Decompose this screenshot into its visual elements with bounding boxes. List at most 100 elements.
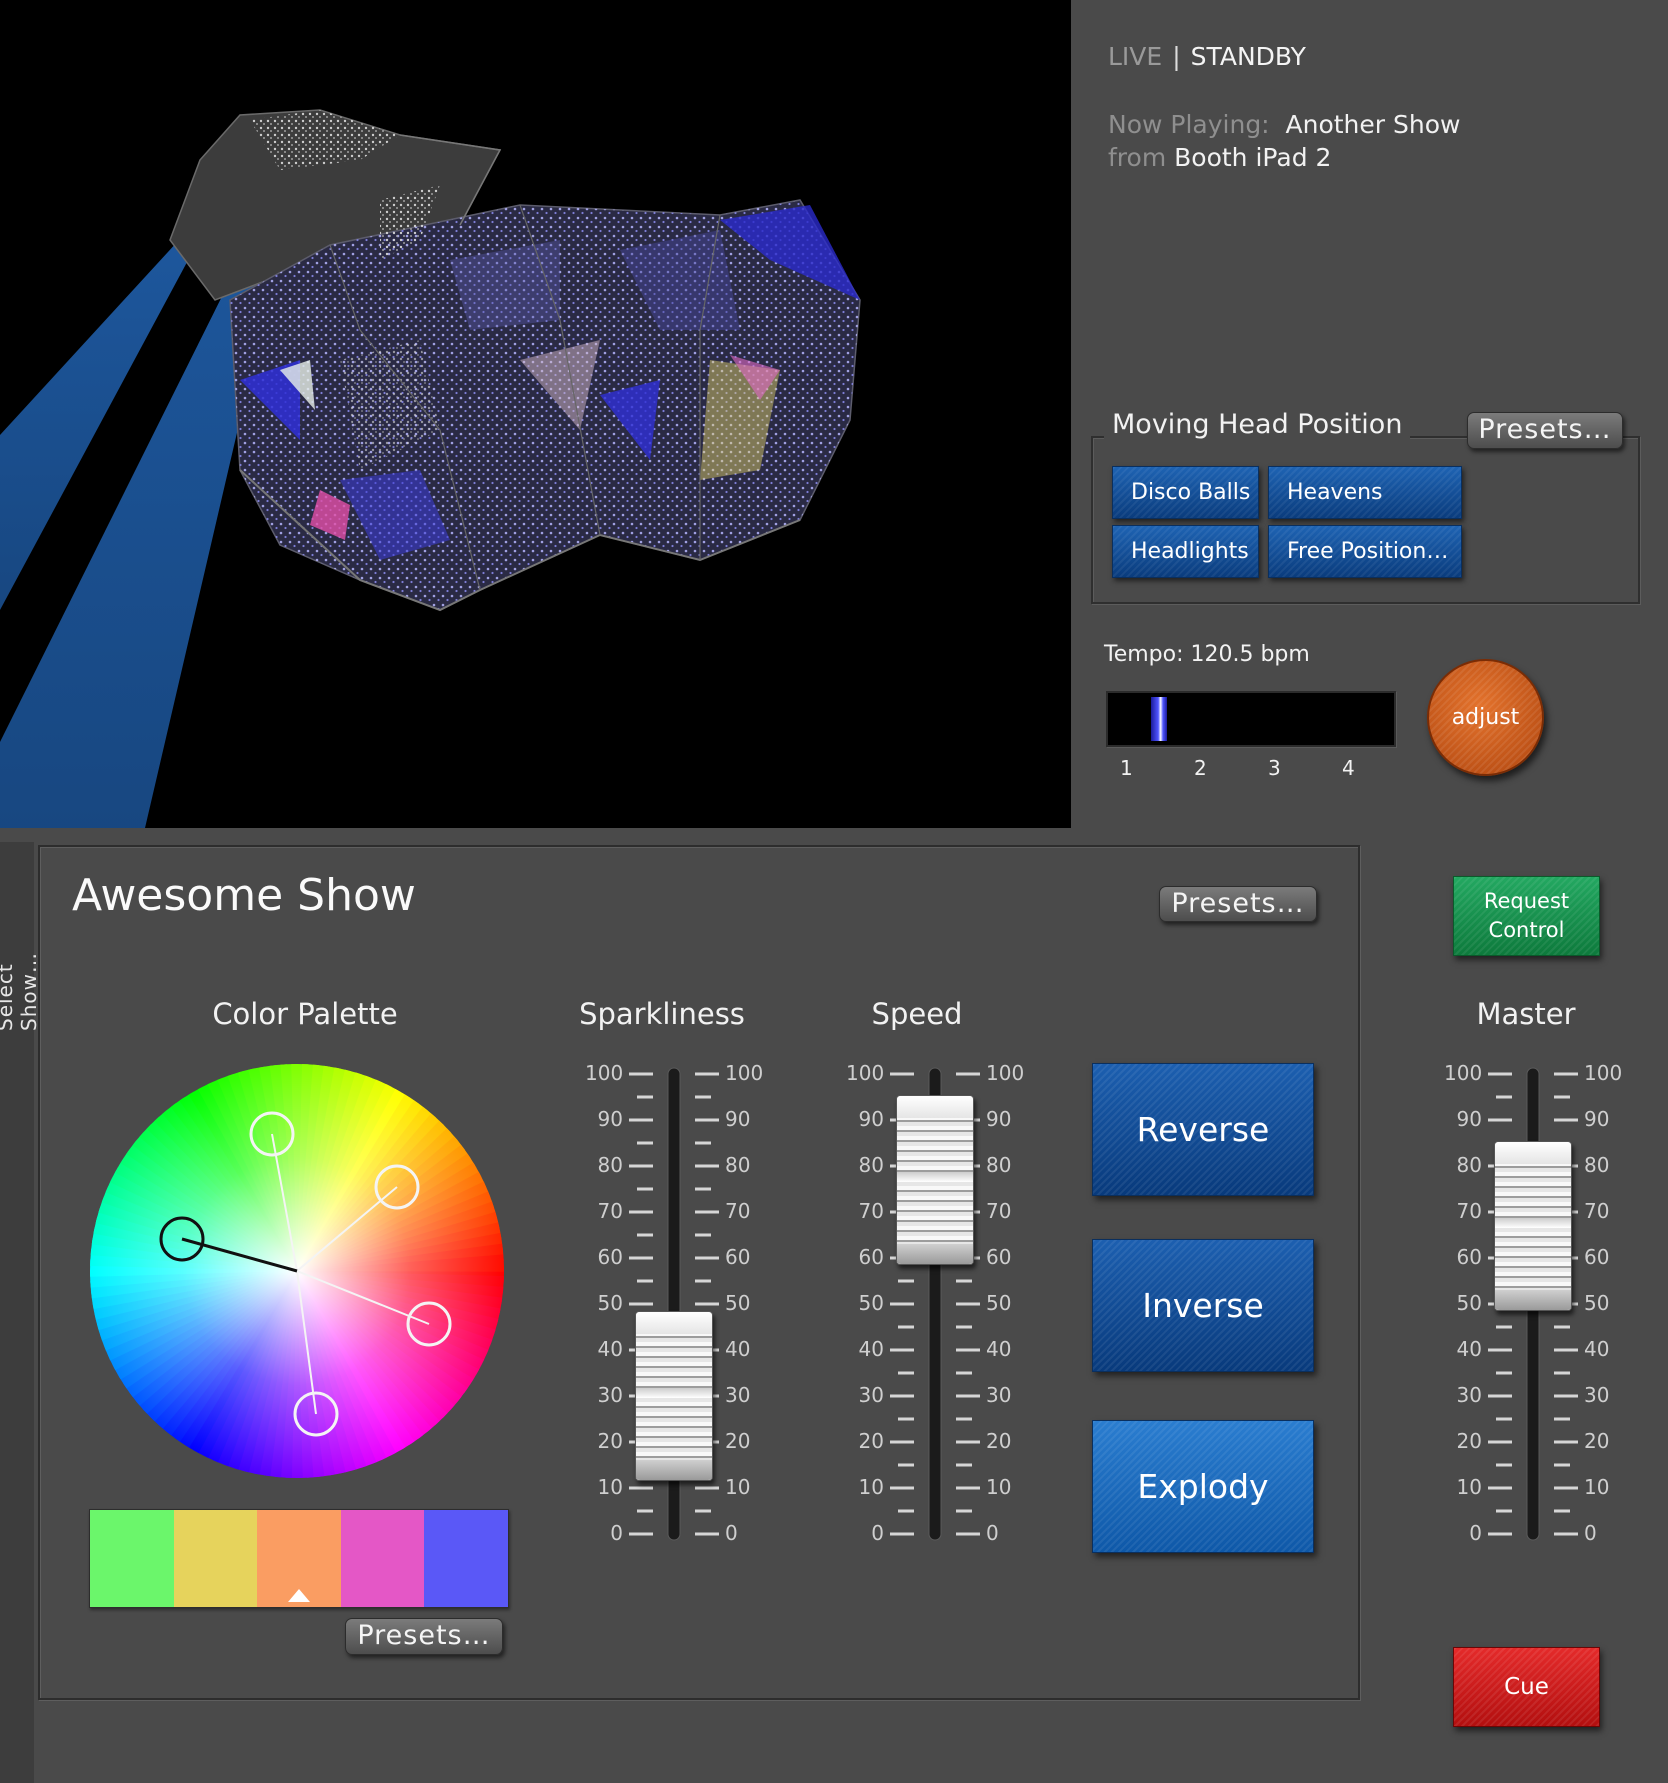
fader-scale-label: 90: [1456, 1107, 1482, 1131]
fader-scale-label: 0: [725, 1521, 738, 1545]
now-playing-show: Another Show: [1285, 110, 1461, 139]
fader-scale-label: 90: [1584, 1107, 1610, 1131]
fader-scale-label: 20: [858, 1429, 884, 1453]
cue-button[interactable]: Cue: [1453, 1647, 1600, 1727]
moving-head-title: Moving Head Position: [1104, 408, 1411, 442]
fader-scale-label: 60: [986, 1245, 1012, 1269]
sparkliness-fader[interactable]: 100 100 90 90 80 80 70 70 60 60 50 50 40 40 30 30 20 20 10…: [555, 1056, 785, 1612]
palette-swatch[interactable]: [424, 1510, 508, 1607]
explody-button[interactable]: Explody: [1092, 1420, 1314, 1553]
fader-scale-label: 80: [858, 1153, 884, 1177]
fader-scale-label: 90: [725, 1107, 751, 1131]
free-position-button[interactable]: Free Position…: [1268, 525, 1462, 578]
show-presets-button[interactable]: Presets…: [1159, 886, 1317, 922]
fader-scale-label: 40: [986, 1337, 1012, 1361]
fader-scale-label: 20: [1456, 1429, 1482, 1453]
color-wheel-graphic: [90, 1064, 504, 1478]
fader-scale-label: 100: [1444, 1061, 1483, 1085]
fader-scale-label: 70: [1456, 1199, 1482, 1223]
reverse-button[interactable]: Reverse: [1092, 1063, 1314, 1196]
mode-status: LIVE | STANDBY: [1108, 42, 1306, 71]
fader-scale-label: 0: [1469, 1521, 1482, 1545]
color-wheel[interactable]: [88, 1062, 506, 1480]
fader-scale-label: 60: [858, 1245, 884, 1269]
request-control-button[interactable]: Request Control: [1453, 876, 1600, 956]
fader-scale-label: 90: [986, 1107, 1012, 1131]
fader-knob[interactable]: [896, 1095, 974, 1265]
selected-swatch-indicator: [287, 1589, 310, 1602]
fader-scale-label: 50: [1584, 1291, 1610, 1315]
fader-scale-label: 10: [858, 1475, 884, 1499]
fader-scale-label: 10: [597, 1475, 623, 1499]
request-control-line-2: Control: [1488, 918, 1565, 942]
tempo-beat-marker: [1151, 697, 1167, 741]
fader-scale-label: 40: [1456, 1337, 1482, 1361]
select-show-label: Select Show…: [0, 952, 41, 1031]
tempo-adjust-button[interactable]: adjust: [1427, 659, 1544, 776]
beat-number: 2: [1194, 756, 1207, 780]
tempo-label: Tempo: 120.5 bpm: [1104, 642, 1310, 667]
fader-scale-label: 10: [1584, 1475, 1610, 1499]
fader-scale-label: 70: [725, 1199, 751, 1223]
disco-shell-model: [169, 109, 861, 612]
palette-presets-button[interactable]: Presets…: [345, 1618, 503, 1655]
fader-scale-label: 20: [597, 1429, 623, 1453]
inverse-button[interactable]: Inverse: [1092, 1239, 1314, 1372]
tempo-beat-bar: [1106, 691, 1396, 747]
now-playing-info: Now Playing: Another Show from Booth iPa…: [1108, 108, 1460, 174]
fader-scale-label: 80: [1584, 1153, 1610, 1177]
stage-model-render: [0, 109, 861, 828]
fader-scale-label: 100: [1584, 1061, 1623, 1085]
fader-knob[interactable]: [635, 1311, 713, 1481]
fader-scale-label: 10: [725, 1475, 751, 1499]
speed-label: Speed: [871, 997, 963, 1031]
fader-scale-label: 80: [1456, 1153, 1482, 1177]
fader-scale-label: 70: [1584, 1199, 1610, 1223]
from-label: from: [1108, 143, 1167, 172]
fader-scale-label: 60: [725, 1245, 751, 1269]
palette-swatch[interactable]: [257, 1510, 341, 1607]
moving-head-presets-button[interactable]: Presets…: [1467, 412, 1623, 449]
fader-scale-label: 100: [725, 1061, 764, 1085]
master-fader[interactable]: 100 100 90 90 80 80 70 70 60 60 50 50 40 40 30 30 20 20 10…: [1414, 1056, 1644, 1612]
fader-knob[interactable]: [1494, 1141, 1572, 1311]
now-playing-source: Booth iPad 2: [1174, 143, 1332, 172]
heavens-button[interactable]: Heavens: [1268, 466, 1462, 519]
fader-scale-label: 80: [597, 1153, 623, 1177]
fader-knob-center: [1495, 1218, 1571, 1228]
show-title: Awesome Show: [72, 870, 416, 921]
fader-knob-center: [636, 1388, 712, 1398]
speed-fader[interactable]: 100 100 90 90 80 80 70 70 60 60 50 50 40 40 30 30 20 20 10…: [816, 1056, 1046, 1612]
headlights-button[interactable]: Headlights: [1112, 525, 1259, 578]
fader-scale-label: 0: [871, 1521, 884, 1545]
select-show-tab[interactable]: Select Show…: [0, 842, 41, 1783]
fader-scale-label: 40: [1584, 1337, 1610, 1361]
disco-balls-button[interactable]: Disco Balls: [1112, 466, 1259, 519]
standby-mode-label[interactable]: STANDBY: [1191, 42, 1306, 71]
fader-scale-label: 10: [1456, 1475, 1482, 1499]
fader-scale-label: 0: [1584, 1521, 1597, 1545]
fader-scale-label: 100: [585, 1061, 624, 1085]
palette-swatch[interactable]: [340, 1510, 425, 1607]
mode-separator: |: [1172, 42, 1181, 71]
fader-scale-label: 90: [597, 1107, 623, 1131]
fader-scale-label: 20: [1584, 1429, 1610, 1453]
fader-scale-label: 40: [597, 1337, 623, 1361]
fader-scale-label: 90: [858, 1107, 884, 1131]
request-control-line-1: Request: [1483, 889, 1570, 913]
fader-scale-label: 0: [986, 1521, 999, 1545]
live-mode-label[interactable]: LIVE: [1108, 42, 1162, 71]
beat-number: 1: [1120, 756, 1133, 780]
fader-scale-label: 50: [986, 1291, 1012, 1315]
palette-swatch[interactable]: [173, 1510, 258, 1607]
fader-scale-label: 30: [858, 1383, 884, 1407]
fader-scale-label: 50: [725, 1291, 751, 1315]
fader-scale-label: 30: [725, 1383, 751, 1407]
now-playing-label: Now Playing:: [1108, 110, 1270, 139]
fader-scale-label: 60: [1584, 1245, 1610, 1269]
fader-scale-label: 50: [858, 1291, 884, 1315]
fader-scale-label: 100: [986, 1061, 1025, 1085]
fader-scale-label: 30: [1456, 1383, 1482, 1407]
palette-swatch[interactable]: [90, 1510, 174, 1607]
stage-3d-preview[interactable]: [0, 0, 1071, 828]
